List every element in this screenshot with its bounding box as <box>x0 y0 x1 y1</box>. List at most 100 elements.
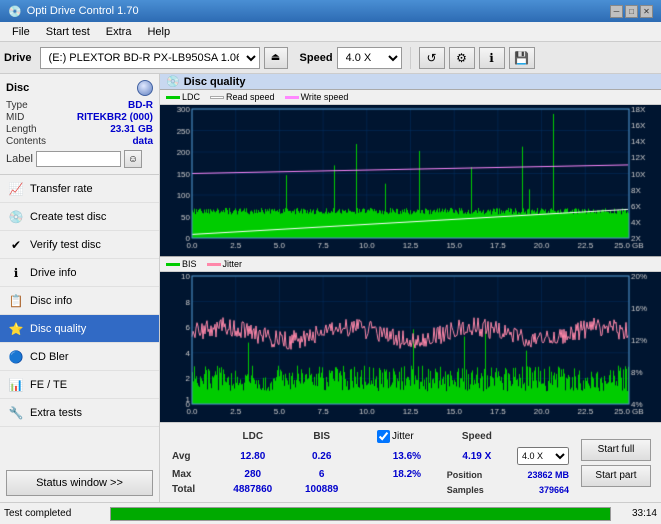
title-bar: 💿 Opti Drive Control 1.70 ─ □ ✕ <box>0 0 661 22</box>
legend-write-speed-label: Write speed <box>301 92 349 102</box>
disc-quality-header: 💿 Disc quality <box>160 74 661 90</box>
nav-label-disc-info: Disc info <box>30 295 72 307</box>
max-label: Max <box>168 468 215 481</box>
read-speed-color-indicator <box>210 96 224 99</box>
total-bis: 100889 <box>290 483 353 496</box>
nav-item-create-test-disc[interactable]: 💿Create test disc <box>0 203 159 231</box>
avg-ldc: 12.80 <box>217 446 288 466</box>
stats-area: LDC BIS Jitter Speed Avg <box>160 422 661 502</box>
speed-select[interactable]: 4.0 X <box>337 47 402 69</box>
disc-label-row: Label ☺ <box>6 150 153 168</box>
eject-button[interactable]: ⏏ <box>264 47 288 69</box>
menu-start-test[interactable]: Start test <box>38 24 98 40</box>
disc-contents-label: Contents <box>6 136 46 147</box>
nav-item-drive-info[interactable]: ℹ Drive info <box>0 259 159 287</box>
lower-chart-canvas <box>160 272 661 422</box>
disc-type-label: Type <box>6 100 28 111</box>
bis-color-indicator <box>166 263 180 266</box>
stats-row: LDC BIS Jitter Speed Avg <box>166 427 655 498</box>
legend-read-speed-label: Read speed <box>226 92 275 102</box>
speed-label: Speed <box>300 52 333 64</box>
nav-icon-drive-info: ℹ <box>8 265 24 281</box>
sidebar: Disc Type BD-R MID RITEKBR2 (000) Length… <box>0 74 160 502</box>
nav-icon-cd-bler: 🔵 <box>8 349 24 365</box>
disc-label-input[interactable] <box>36 151 121 167</box>
speed-select-stats[interactable]: 4.0 X <box>517 447 569 465</box>
lower-chart-container: BIS Jitter <box>160 257 661 422</box>
title-bar-controls: ─ □ ✕ <box>610 5 653 18</box>
drive-toolbar: Drive (E:) PLEXTOR BD-R PX-LB950SA 1.06 … <box>0 42 661 74</box>
nav-label-fe-te: FE / TE <box>30 379 67 391</box>
nav-label-drive-info: Drive info <box>30 267 76 279</box>
nav-label-transfer-rate: Transfer rate <box>30 183 93 195</box>
disc-mid-row: MID RITEKBR2 (000) <box>6 112 153 123</box>
app-title: Opti Drive Control 1.70 <box>27 5 139 17</box>
nav-item-extra-tests[interactable]: 🔧 Extra tests <box>0 399 159 427</box>
upper-chart-container: LDC Read speed Write speed <box>160 90 661 257</box>
close-button[interactable]: ✕ <box>640 5 653 18</box>
start-full-button[interactable]: Start full <box>581 439 651 461</box>
nav-item-disc-info[interactable]: 📋 Disc info <box>0 287 159 315</box>
nav-item-cd-bler[interactable]: 🔵 CD Bler <box>0 343 159 371</box>
legend-bis-label: BIS <box>182 259 197 269</box>
info-button[interactable]: ℹ <box>479 47 505 69</box>
nav-icon-extra-tests: 🔧 <box>8 405 24 421</box>
status-time: 33:14 <box>617 508 657 519</box>
avg-bis: 0.26 <box>290 446 353 466</box>
menu-file[interactable]: File <box>4 24 38 40</box>
max-ldc: 280 <box>217 468 288 481</box>
nav-item-transfer-rate[interactable]: 📈Transfer rate <box>0 175 159 203</box>
status-window-button[interactable]: Status window >> <box>6 470 153 496</box>
action-buttons: Start full Start part <box>581 427 651 498</box>
max-bis: 6 <box>290 468 353 481</box>
minimize-button[interactable]: ─ <box>610 5 623 18</box>
disc-contents-value: data <box>132 136 153 147</box>
total-ldc: 4887860 <box>217 483 288 496</box>
legend-write-speed: Write speed <box>285 92 349 102</box>
speed-header: Speed <box>443 429 511 444</box>
maximize-button[interactable]: □ <box>625 5 638 18</box>
nav-icon-fe-te: 📊 <box>8 377 24 393</box>
nav-item-fe-te[interactable]: 📊 FE / TE <box>0 371 159 399</box>
nav-icon-create-test-disc: 💿 <box>8 209 24 225</box>
total-label: Total <box>168 483 215 496</box>
disc-mid-value: RITEKBR2 (000) <box>77 112 153 123</box>
nav-label-cd-bler: CD Bler <box>30 351 69 363</box>
samples-label: Samples <box>443 483 511 496</box>
disc-quality-title: Disc quality <box>184 76 246 88</box>
nav-item-verify-test-disc[interactable]: ✔Verify test disc <box>0 231 159 259</box>
jitter-check-label[interactable]: Jitter <box>377 430 437 443</box>
menu-extra[interactable]: Extra <box>98 24 140 40</box>
total-samples: 379664 <box>513 483 573 496</box>
charts-area: LDC Read speed Write speed <box>160 90 661 422</box>
nav-icon-disc-info: 📋 <box>8 293 24 309</box>
progress-bar <box>110 507 611 521</box>
right-panel: 💿 Disc quality LDC Read speed <box>160 74 661 502</box>
disc-label-button[interactable]: ☺ <box>124 150 142 168</box>
disc-panel: Disc Type BD-R MID RITEKBR2 (000) Length… <box>0 74 159 175</box>
title-bar-left: 💿 Opti Drive Control 1.70 <box>8 5 139 18</box>
jitter-label: Jitter <box>392 431 414 442</box>
disc-title: Disc <box>6 82 29 94</box>
legend-ldc-label: LDC <box>182 92 200 102</box>
nav-label-extra-tests: Extra tests <box>30 407 82 419</box>
ldc-header: LDC <box>217 429 288 444</box>
legend-jitter: Jitter <box>207 259 243 269</box>
disc-icon <box>137 80 153 96</box>
avg-speed: 4.19 X <box>443 446 511 466</box>
menu-help[interactable]: Help <box>139 24 178 40</box>
status-bar: Test completed 33:14 <box>0 502 661 524</box>
start-part-button[interactable]: Start part <box>581 465 651 487</box>
position-label: Position <box>443 468 511 481</box>
progress-bar-fill <box>111 508 610 520</box>
save-button[interactable]: 💾 <box>509 47 535 69</box>
settings-button[interactable]: ⚙ <box>449 47 475 69</box>
refresh-button[interactable]: ↺ <box>419 47 445 69</box>
nav-item-disc-quality[interactable]: ⭐Disc quality <box>0 315 159 343</box>
disc-length-row: Length 23.31 GB <box>6 124 153 135</box>
app-icon: 💿 <box>8 5 22 18</box>
legend-read-speed: Read speed <box>210 92 275 102</box>
legend-bis: BIS <box>166 259 197 269</box>
jitter-checkbox[interactable] <box>377 430 390 443</box>
drive-select[interactable]: (E:) PLEXTOR BD-R PX-LB950SA 1.06 <box>40 47 260 69</box>
